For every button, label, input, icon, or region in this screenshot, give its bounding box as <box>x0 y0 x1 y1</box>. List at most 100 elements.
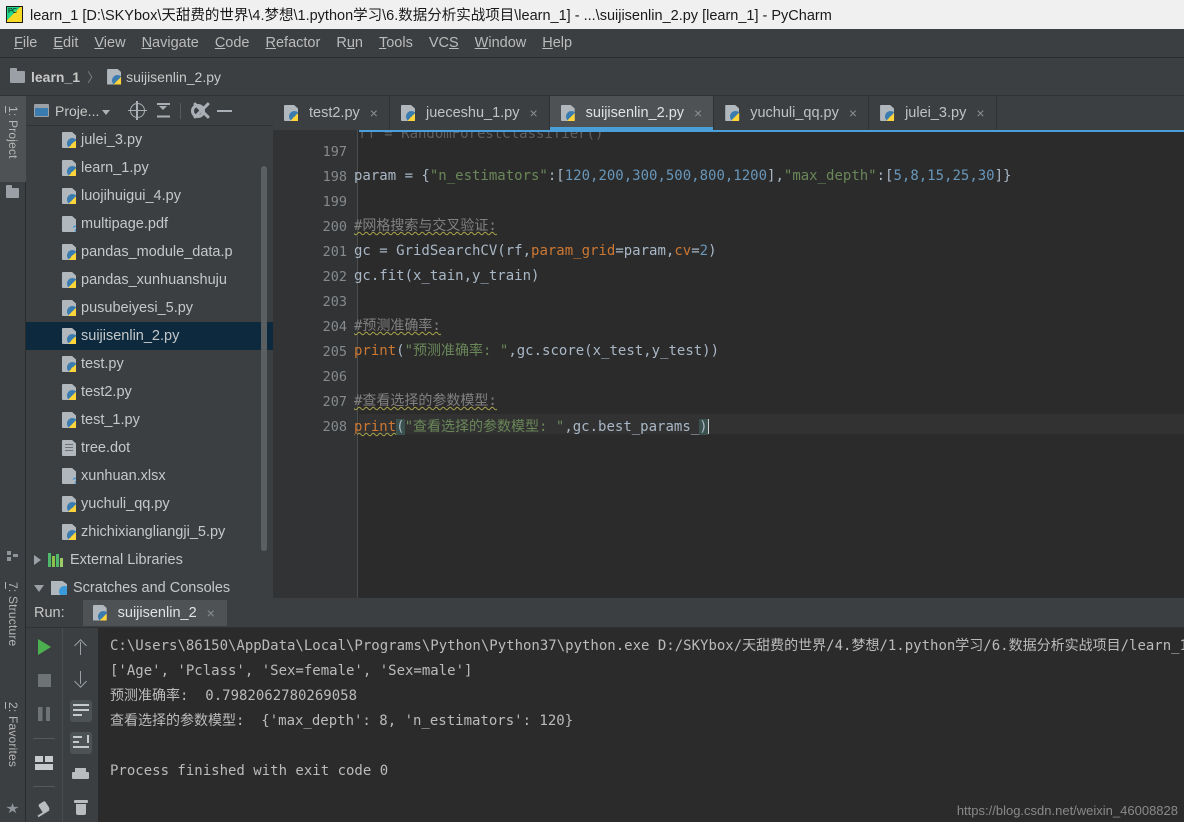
tree-item-test2[interactable]: test2.py <box>26 378 273 406</box>
close-icon[interactable]: × <box>207 605 215 621</box>
tree-item-label: multipage.pdf <box>81 216 169 232</box>
tree-item-zhichixiangliangji_5[interactable]: zhichixiangliangji_5.py <box>26 518 273 546</box>
tree-item-label: julei_3.py <box>81 132 143 148</box>
menu-code[interactable]: Code <box>207 33 258 53</box>
hide-panel-button[interactable] <box>211 98 237 124</box>
line-number: 207 <box>322 394 347 410</box>
line-number: 208 <box>322 419 347 435</box>
menu-vcs[interactable]: VCS <box>421 33 467 53</box>
editor-gutter[interactable]: 197 198 199 200 201 202 203 204 205 206 … <box>273 130 358 598</box>
tree-item-learn_1[interactable]: learn_1.py <box>26 154 273 182</box>
project-settings-button[interactable] <box>185 98 211 124</box>
left-tool-strip: 1: Project 7: Structure 2: Favorites <box>0 96 26 822</box>
tab-test2-py[interactable]: test2.py × <box>273 96 390 130</box>
tree-item-xunhuan-xlsx[interactable]: xunhuan.xlsx <box>26 462 273 490</box>
layout-button[interactable] <box>33 752 55 774</box>
tree-item-pusubeiyesi_5[interactable]: pusubeiyesi_5.py <box>26 294 273 322</box>
tree-item-yuchuli_qq[interactable]: yuchuli_qq.py <box>26 490 273 518</box>
watermark: https://blog.csdn.net/weixin_46008828 <box>956 803 1178 818</box>
tree-item-multipage-pdf[interactable]: multipage.pdf <box>26 210 273 238</box>
menu-window[interactable]: Window <box>467 33 535 53</box>
editor-tab-bar: test2.py × jueceshu_1.py × suijisenlin_2… <box>273 96 1184 130</box>
line-number: 203 <box>322 294 347 310</box>
scroll-to-end-button[interactable] <box>69 732 92 754</box>
select-opened-file-button[interactable] <box>124 98 150 124</box>
tab-julei_3-py[interactable]: julei_3.py × <box>869 96 997 130</box>
tree-item-label: Scratches and Consoles <box>73 580 231 596</box>
breadcrumb-item-project[interactable]: learn_1 <box>10 67 80 85</box>
tree-item-suijisenlin_2[interactable]: suijisenlin_2.py <box>26 322 273 350</box>
tree-item-label: pandas_xunhuanshuju <box>81 272 227 288</box>
up-stack-trace-button[interactable] <box>70 636 92 658</box>
python-file-icon <box>62 132 76 148</box>
tree-item-tree-dot[interactable]: tree.dot <box>26 434 273 462</box>
tree-item-julei_3[interactable]: julei_3.py <box>26 126 273 154</box>
run-panel-body: C:\Users\86150\AppData\Local\Programs\Py… <box>26 628 1184 822</box>
collapse-all-button[interactable] <box>150 98 176 124</box>
code-token: print <box>354 419 397 435</box>
menu-view[interactable]: View <box>86 33 133 53</box>
run-console-output[interactable]: C:\Users\86150\AppData\Local\Programs\Py… <box>98 628 1184 822</box>
console-line: 预测准确率: 0.7982062780269058 <box>110 688 358 704</box>
console-line: ['Age', 'Pclass', 'Sex=female', 'Sex=mal… <box>110 663 473 679</box>
breadcrumb: learn_1 〉 suijisenlin_2.py <box>0 58 1184 96</box>
menu-run[interactable]: Run <box>328 33 371 53</box>
code-line-204: #预测准确率: <box>354 319 441 333</box>
tree-item-pandas_module_data[interactable]: pandas_module_data.p <box>26 238 273 266</box>
clear-all-button[interactable] <box>70 796 92 818</box>
down-stack-trace-button[interactable] <box>70 668 92 690</box>
code-editor[interactable]: rf = RandomForestClassifier() 197 198 19… <box>273 130 1184 598</box>
code-token: ( <box>396 343 405 359</box>
rerun-button[interactable] <box>33 636 55 658</box>
menu-file[interactable]: File <box>6 33 45 53</box>
tree-item-luojihuigui_4[interactable]: luojihuigui_4.py <box>26 182 273 210</box>
sidebar-tab-favorites[interactable]: 2: Favorites <box>0 694 26 800</box>
collapse-icon <box>156 103 170 118</box>
tab-suijisenlin_2-py[interactable]: suijisenlin_2.py × <box>549 96 715 130</box>
project-tree[interactable]: julei_3.py learn_1.py luojihuigui_4.py m… <box>26 126 273 598</box>
code-comment: #网格搜索与交叉验证: <box>354 218 497 234</box>
menu-refactor[interactable]: Refactor <box>258 33 329 53</box>
pause-button[interactable] <box>33 703 55 725</box>
tree-item-test[interactable]: test.py <box>26 350 273 378</box>
tree-item-test_1[interactable]: test_1.py <box>26 406 273 434</box>
close-icon[interactable]: × <box>976 106 984 120</box>
sidebar-tab-structure[interactable]: 7: Structure <box>0 574 26 674</box>
tab-yuchuli_qq-py[interactable]: yuchuli_qq.py × <box>714 96 870 130</box>
python-file-icon <box>62 160 76 176</box>
tree-item-external-libraries[interactable]: External Libraries <box>26 546 273 574</box>
run-panel-label: Run: <box>34 604 65 621</box>
tab-label: jueceshu_1.py <box>425 105 520 121</box>
breadcrumb-item-file[interactable]: suijisenlin_2.py <box>107 68 221 85</box>
sidebar-tab-project[interactable]: 1: Project <box>0 96 26 182</box>
python-file-icon <box>62 412 76 428</box>
code-token: :[ <box>876 168 894 184</box>
project-tree-scrollbar[interactable] <box>261 166 267 551</box>
close-icon[interactable]: × <box>694 106 702 120</box>
close-icon[interactable]: × <box>370 106 378 120</box>
pin-tab-button[interactable] <box>33 800 55 822</box>
tab-jueceshu_1-py[interactable]: jueceshu_1.py × <box>390 96 550 130</box>
close-icon[interactable]: × <box>849 106 857 120</box>
code-token: 2 <box>699 243 709 259</box>
soft-wrap-button[interactable] <box>69 700 92 722</box>
folder-icon <box>6 185 19 198</box>
stop-button[interactable] <box>33 670 55 692</box>
code-token: ]} <box>994 168 1012 184</box>
menu-tools[interactable]: Tools <box>371 33 421 53</box>
close-icon[interactable]: × <box>529 106 537 120</box>
menu-bar: File Edit View Navigate Code Refactor Ru… <box>0 29 1184 58</box>
tree-item-pandas_xunhuanshuju[interactable]: pandas_xunhuanshuju <box>26 266 273 294</box>
line-number: 202 <box>322 269 347 285</box>
tree-item-label: zhichixiangliangji_5.py <box>81 524 226 540</box>
project-panel-title-dropdown[interactable]: Proje... <box>34 103 111 119</box>
arrow-down-icon <box>74 671 88 687</box>
run-tab-suijisenlin_2[interactable]: suijisenlin_2 × <box>82 599 227 626</box>
print-button[interactable] <box>70 764 92 786</box>
code-token: ) <box>699 419 708 435</box>
tree-item-scratches-and-consoles[interactable]: Scratches and Consoles <box>26 574 273 598</box>
menu-navigate[interactable]: Navigate <box>134 33 207 53</box>
python-file-icon <box>62 300 76 316</box>
menu-edit[interactable]: Edit <box>45 33 86 53</box>
menu-help[interactable]: Help <box>534 33 580 53</box>
